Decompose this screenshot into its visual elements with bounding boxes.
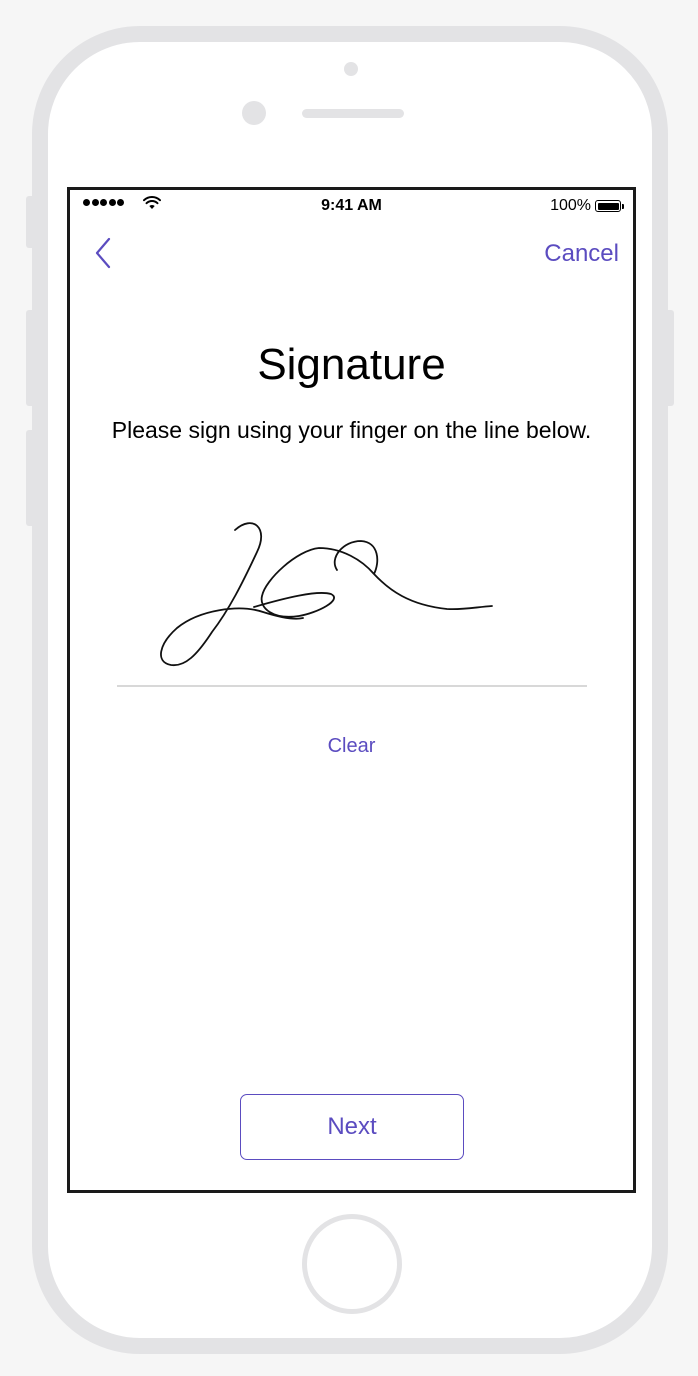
signature-baseline bbox=[117, 685, 587, 687]
status-bar: 9:41 AM 100% bbox=[70, 190, 633, 224]
signature-pad[interactable] bbox=[117, 510, 587, 688]
instructions-text: Please sign using your finger on the lin… bbox=[111, 417, 592, 443]
front-camera bbox=[242, 101, 266, 125]
clear-button[interactable]: Clear bbox=[70, 735, 633, 758]
back-button[interactable] bbox=[92, 236, 118, 270]
device-mockup: 9:41 AM 100% Cancel Signature Please sig… bbox=[0, 0, 698, 1376]
home-button[interactable] bbox=[302, 1214, 402, 1314]
status-time: 9:41 AM bbox=[321, 197, 382, 214]
signature-stroke bbox=[160, 522, 493, 666]
earpiece-speaker bbox=[302, 109, 404, 118]
battery-percent: 100% bbox=[550, 197, 591, 214]
next-button[interactable]: Next bbox=[240, 1094, 464, 1160]
battery-tip bbox=[622, 204, 624, 209]
page-title: Signature bbox=[257, 340, 446, 389]
chevron-left-icon bbox=[95, 237, 111, 269]
screen: 9:41 AM 100% Cancel Signature Please sig… bbox=[67, 187, 636, 1193]
cancel-button[interactable]: Cancel bbox=[544, 240, 619, 268]
battery-icon bbox=[595, 200, 621, 212]
proximity-sensor bbox=[344, 62, 358, 76]
